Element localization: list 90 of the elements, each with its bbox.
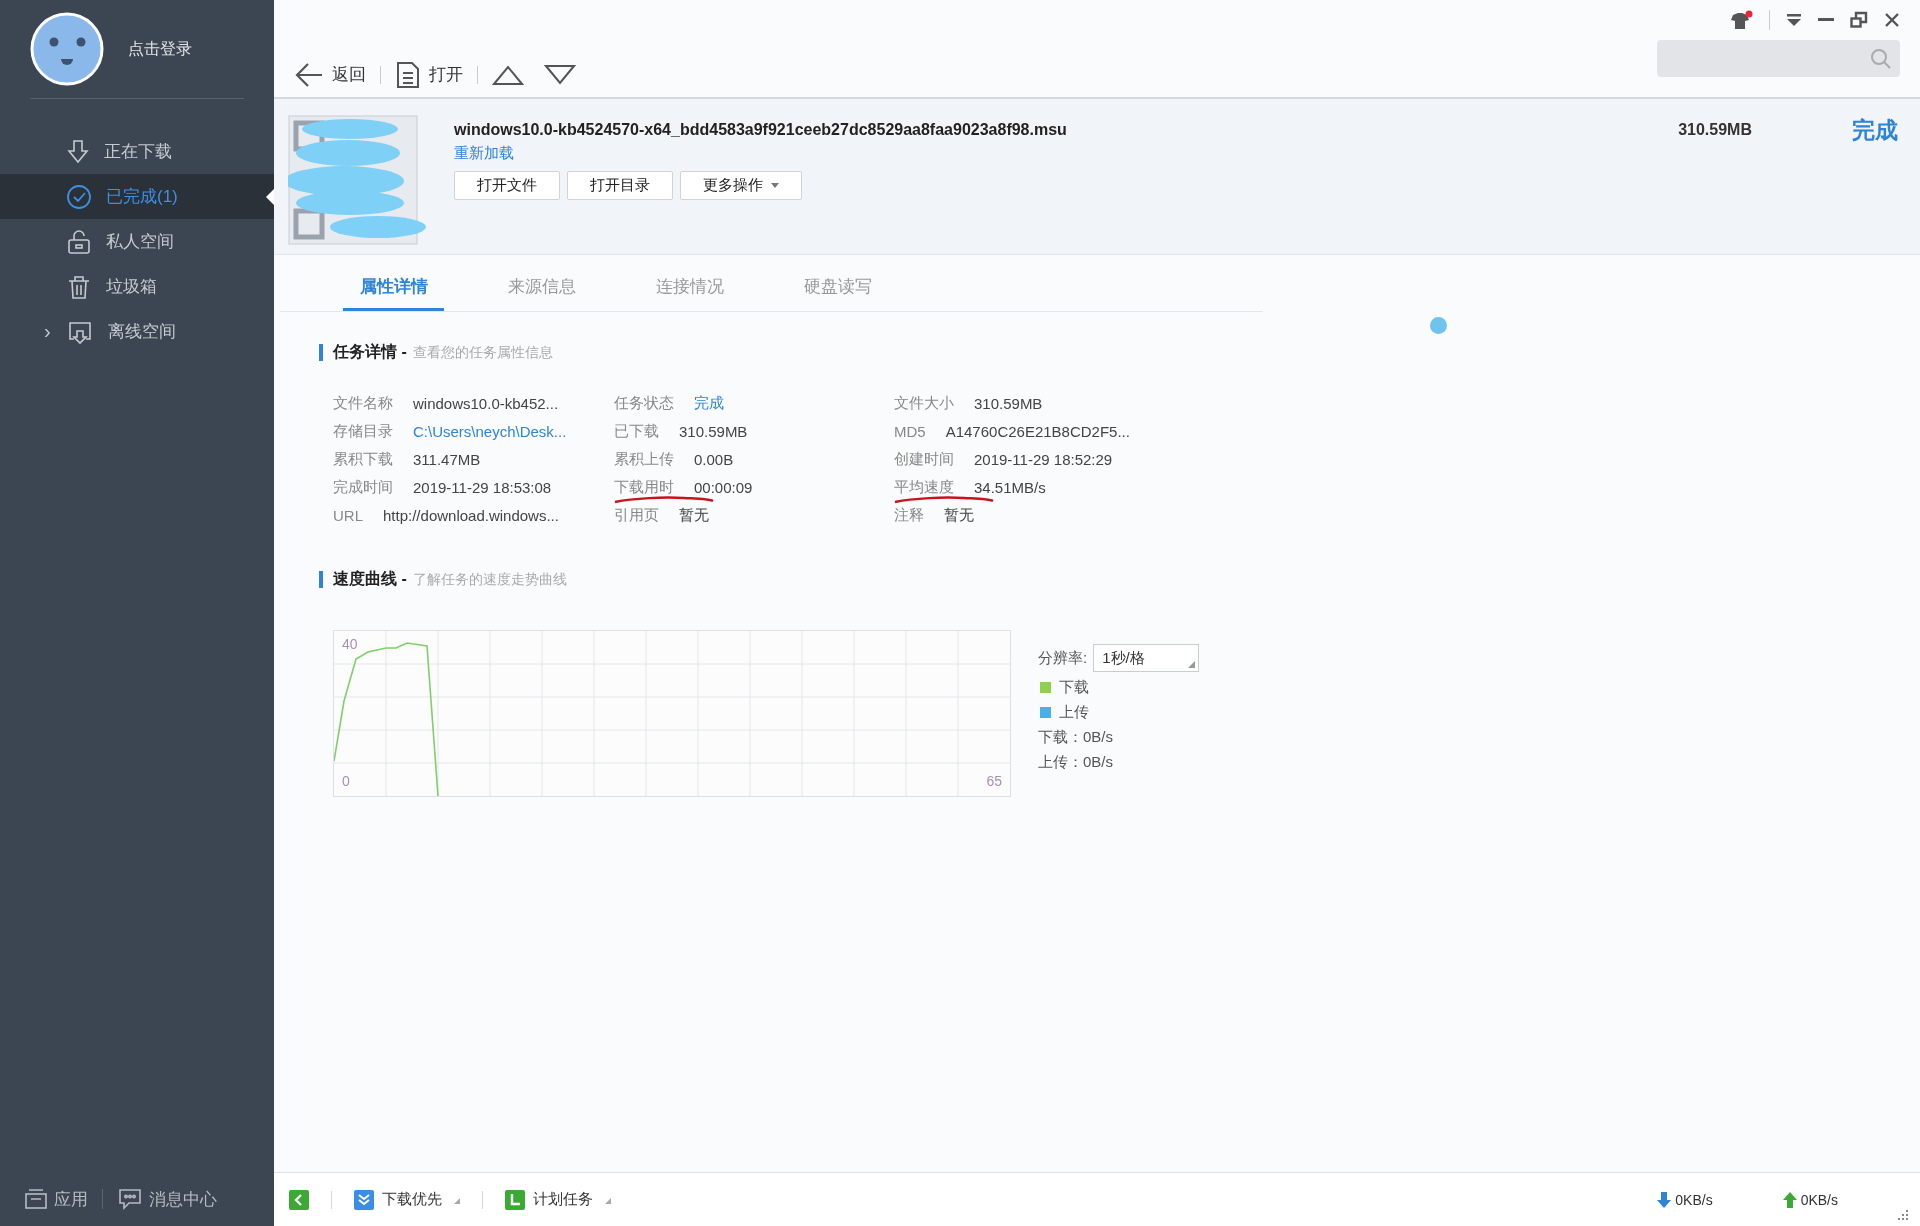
field-value: 0.00B (694, 450, 734, 468)
file-name: windows10.0-kb4524570-x64_bdd4583a9f921ceeb27dc8529aa8faa9023a8f98.msu (454, 121, 1068, 139)
download-priority-icon (354, 1189, 374, 1210)
back-arrow-icon (294, 60, 324, 89)
check-circle-icon (66, 183, 92, 210)
lock-icon (66, 228, 92, 255)
sidebar-item[interactable]: 正在下载 (0, 129, 274, 174)
status-dropdown[interactable]: 下载优先 (354, 1189, 460, 1210)
resize-grip-icon[interactable] (1898, 1210, 1908, 1220)
field-label: 下载用时 (614, 477, 674, 497)
field-label: 引用页 (614, 505, 659, 525)
upload-speed: 0KB/s (1782, 1191, 1838, 1208)
sidebar-item[interactable]: 私人空间 (0, 219, 274, 264)
caret-icon (771, 183, 779, 188)
field-value: 2019-11-29 18:52:29 (974, 450, 1113, 468)
field-label: URL (333, 506, 363, 524)
search-icon (1870, 47, 1892, 70)
menu-dropdown-icon[interactable] (1786, 13, 1802, 27)
field-value: 00:00:09 (694, 478, 753, 496)
field-label: 创建时间 (894, 449, 954, 469)
trash-icon (66, 273, 92, 300)
login-link[interactable]: 点击登录 (128, 38, 192, 60)
sidebar-item[interactable]: 已完成(1) (0, 174, 274, 219)
field-value: 34.51MB/s (974, 478, 1046, 496)
field-value: http://download.windows... (383, 506, 559, 524)
field-label: MD5 (894, 422, 926, 440)
search-field[interactable] (1657, 40, 1900, 77)
field-value: 310.59MB (974, 394, 1043, 412)
action-button[interactable]: 打开文件 (454, 171, 560, 200)
action-button[interactable]: 打开目录 (567, 171, 673, 200)
reload-link[interactable]: 重新加载 (454, 144, 514, 163)
speed-reading: 上传：0B/s (1038, 753, 1114, 772)
section-subtitle: 了解任务的速度走势曲线 (412, 570, 567, 589)
field-label: 文件大小 (894, 393, 954, 413)
field-value: windows10.0-kb452... (413, 394, 559, 412)
field-value: 暂无 (944, 505, 974, 525)
down-arrow-icon (1657, 1191, 1672, 1208)
expand-chevron[interactable]: › (44, 320, 51, 343)
document-icon (395, 60, 421, 89)
section-title: 任务详情 - (333, 342, 407, 362)
previous-triangle-icon[interactable] (492, 63, 524, 86)
field-label: 注释 (894, 505, 924, 525)
minimize-icon[interactable] (1818, 18, 1834, 22)
field-value: 暂无 (679, 505, 709, 525)
field-value: 311.47MB (413, 450, 481, 468)
close-icon[interactable] (1884, 12, 1900, 28)
stray-dot (1430, 317, 1447, 334)
section-subtitle: 查看您的任务属性信息 (412, 343, 553, 362)
field-label: 完成时间 (333, 477, 393, 497)
field-value: 2019-11-29 18:53:08 (413, 478, 552, 496)
open-button[interactable]: 打开 (395, 60, 463, 89)
field-label: 累积上传 (614, 449, 674, 469)
schedule-icon (505, 1189, 525, 1210)
file-size: 310.59MB (1678, 121, 1752, 140)
up-arrow-icon (1782, 1191, 1797, 1208)
section-title: 速度曲线 - (333, 569, 407, 589)
chat-icon (117, 1187, 143, 1211)
status-dropdown[interactable]: 计划任务 (505, 1189, 611, 1210)
avatar[interactable] (30, 12, 104, 86)
field-link[interactable]: C:\Users\neych\Desk... (413, 422, 567, 440)
resolution-select[interactable]: 1秒/格 (1093, 644, 1200, 672)
speed-reading: 下载：0B/s (1038, 728, 1114, 747)
field-link[interactable]: 完成 (694, 393, 724, 413)
download-icon (66, 138, 90, 165)
field-label: 累积下载 (333, 449, 393, 469)
field-label: 已下载 (614, 421, 659, 441)
field-value: 310.59MB (679, 422, 748, 440)
next-triangle-icon[interactable] (544, 63, 576, 86)
sidebar-item[interactable]: › 离线空间 (0, 309, 274, 354)
resolution-label: 分辨率: (1038, 648, 1088, 668)
footer-link[interactable]: 应用 (24, 1187, 88, 1211)
field-label: 平均速度 (894, 477, 954, 497)
task-status: 完成 (1852, 116, 1898, 145)
axis-label: 0 (342, 773, 350, 789)
legend-label: 下载 (1059, 678, 1089, 697)
back-button[interactable]: 返回 (294, 60, 366, 89)
legend-label: 上传 (1059, 703, 1089, 722)
more-actions-dropdown[interactable]: 更多操作 (680, 171, 802, 200)
field-value: A14760C26E21B8CD2F5... (945, 422, 1130, 440)
axis-label: 40 (342, 636, 358, 652)
field-label: 任务状态 (614, 393, 674, 413)
field-label: 存储目录 (333, 421, 393, 441)
field-label: 文件名称 (333, 393, 393, 413)
tab[interactable]: 属性详情 (343, 275, 444, 311)
restore-icon[interactable] (1850, 11, 1868, 29)
footer-link[interactable]: 消息中心 (117, 1187, 217, 1211)
download-speed: 0KB/s (1657, 1191, 1713, 1208)
apps-icon (24, 1188, 48, 1210)
axis-label: 65 (986, 773, 1002, 789)
sidebar-item[interactable]: 垃圾箱 (0, 264, 274, 309)
